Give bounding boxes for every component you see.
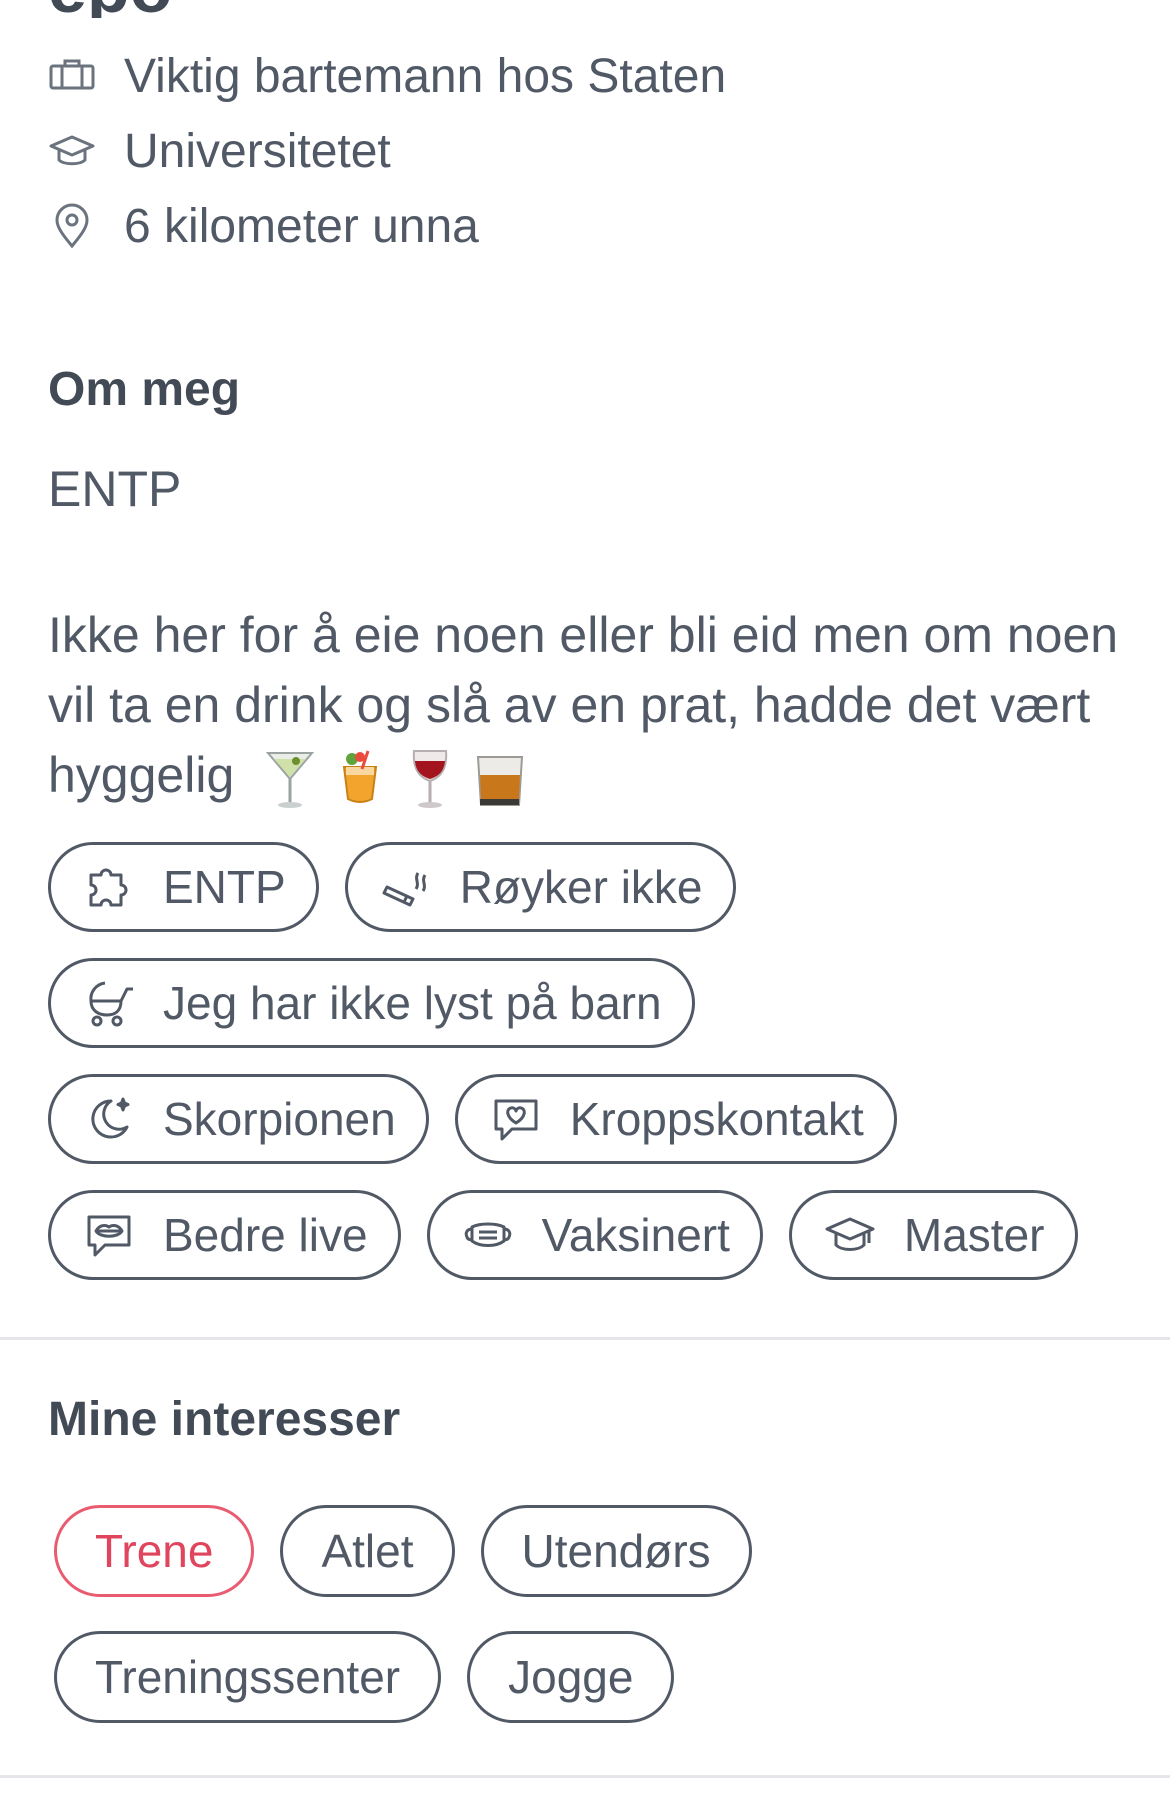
- graduation-cap-icon: [822, 1207, 878, 1263]
- interest-list: Trene Atlet Utendørs Treningssenter Jogg…: [54, 1505, 752, 1749]
- interests-heading: Mine interesser: [48, 1393, 401, 1446]
- bottom-divider: [0, 1775, 1170, 1778]
- chip-zodiac: Skorpionen: [48, 1074, 429, 1164]
- mask-icon: [460, 1207, 516, 1263]
- interest-chip-treningssenter[interactable]: Treningssenter: [54, 1631, 442, 1723]
- tropical-drink-emoji: [343, 750, 378, 803]
- school-row: Universitetet: [48, 121, 391, 181]
- graduation-cap-icon: [48, 121, 108, 181]
- chip-row-3: Skorpionen Kroppskontakt: [48, 1074, 1078, 1164]
- profile-page: epo Viktig bartemann hos Staten Universi…: [0, 0, 1170, 1800]
- interest-label: Utendørs: [521, 1525, 711, 1577]
- interest-label: Treningssenter: [95, 1651, 401, 1703]
- interest-row-1: Trene Atlet Utendørs: [54, 1505, 752, 1597]
- interest-label: Atlet: [321, 1525, 414, 1577]
- chip-label: Bedre live: [163, 1209, 368, 1261]
- chip-communication: Bedre live: [48, 1190, 401, 1280]
- interest-label: Trene: [95, 1525, 214, 1577]
- interest-row-2: Treningssenter Jogge: [54, 1631, 752, 1723]
- chip-entp: ENTP: [48, 842, 319, 932]
- chip-label: Vaksinert: [541, 1209, 730, 1261]
- tumbler-glass-emoji: [477, 755, 524, 806]
- job-row: Viktig bartemann hos Staten: [48, 46, 726, 106]
- job-text: Viktig bartemann hos Staten: [124, 49, 727, 103]
- chip-non-smoker: Røyker ikke: [344, 842, 736, 932]
- chip-label: Skorpionen: [163, 1093, 396, 1145]
- profile-name: epo: [48, 0, 172, 18]
- cigarette-icon: [378, 859, 434, 915]
- about-heading: Om meg: [48, 363, 241, 416]
- about-short-text: ENTP: [48, 461, 182, 517]
- moon-star-icon: [81, 1091, 137, 1147]
- chip-label: Master: [903, 1209, 1045, 1261]
- heart-chat-icon: [488, 1091, 544, 1147]
- chip-row-4: Bedre live Vaksinert Master: [48, 1190, 1078, 1280]
- puzzle-icon: [81, 859, 137, 915]
- interest-chip-trene[interactable]: Trene: [54, 1505, 255, 1597]
- lips-chat-icon: [81, 1207, 137, 1263]
- school-text: Universitetet: [124, 124, 391, 178]
- chip-no-kids: Jeg har ikke lyst på barn: [48, 958, 695, 1048]
- distance-text: 6 kilometer unna: [124, 199, 479, 253]
- profile-chips: ENTP Røyker ikke Jeg har ikke lyst på ba…: [48, 842, 1078, 1306]
- chip-label: Jeg har ikke lyst på barn: [163, 977, 662, 1029]
- about-bio: Ikke her for å eie noen eller bli eid me…: [48, 600, 1128, 811]
- chip-label: ENTP: [163, 861, 286, 913]
- chip-love-language: Kroppskontakt: [454, 1074, 897, 1164]
- interest-chip-atlet[interactable]: Atlet: [280, 1505, 455, 1597]
- chip-row-1: ENTP Røyker ikke: [48, 842, 1078, 932]
- distance-row: 6 kilometer unna: [48, 196, 479, 256]
- chip-vaccinated: Vaksinert: [426, 1190, 763, 1280]
- drink-emojis: [262, 747, 528, 811]
- about-bio-text: Ikke her for å eie noen eller bli eid me…: [48, 607, 1119, 803]
- location-pin-icon: [48, 196, 108, 256]
- stroller-icon: [81, 975, 137, 1031]
- section-divider: [0, 1337, 1170, 1340]
- chip-row-2: Jeg har ikke lyst på barn: [48, 958, 1078, 1048]
- chip-education: Master: [788, 1190, 1078, 1280]
- chip-label: Kroppskontakt: [569, 1093, 864, 1145]
- cocktail-glass-emoji: [266, 751, 315, 808]
- chip-label: Røyker ikke: [459, 861, 703, 913]
- interest-label: Jogge: [508, 1651, 634, 1703]
- interest-chip-utendors[interactable]: Utendørs: [480, 1505, 752, 1597]
- wine-glass-emoji: [412, 749, 448, 808]
- profile-name-cut: epo: [48, 0, 172, 18]
- briefcase-icon: [48, 46, 108, 106]
- interest-chip-jogge[interactable]: Jogge: [467, 1631, 675, 1723]
